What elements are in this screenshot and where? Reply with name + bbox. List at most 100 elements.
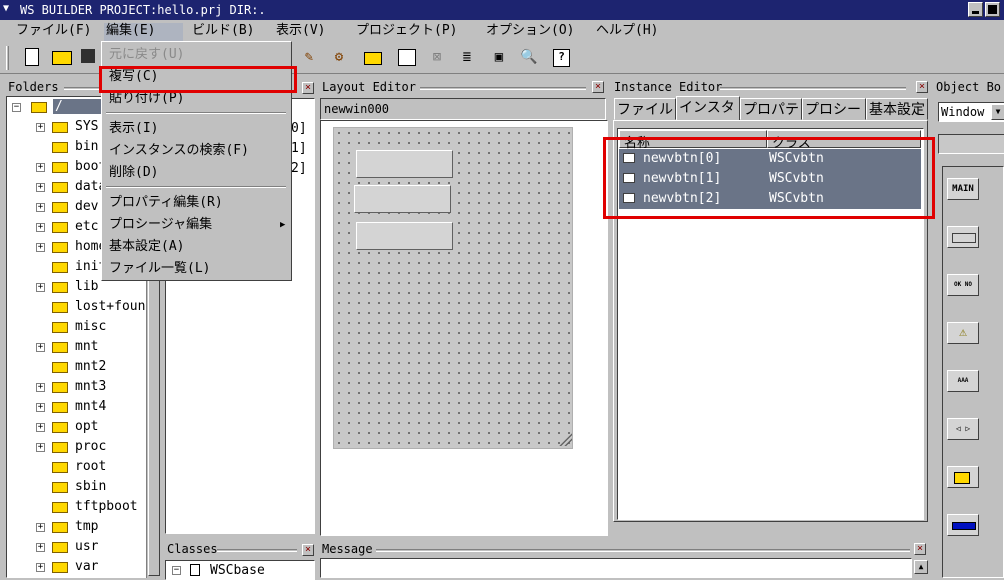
canvas-button-0[interactable] bbox=[356, 150, 453, 178]
new-file-icon[interactable] bbox=[20, 46, 42, 68]
palette-folder[interactable] bbox=[947, 466, 979, 488]
message-scroll-up[interactable]: ▲ bbox=[914, 560, 928, 574]
layout-close-icon[interactable]: × bbox=[592, 81, 604, 93]
classes-close-icon[interactable]: × bbox=[302, 544, 314, 556]
message-close-icon[interactable]: × bbox=[914, 543, 926, 555]
expand-icon[interactable]: + bbox=[36, 343, 45, 352]
menu-item-show[interactable]: 表示(I) bbox=[109, 119, 158, 139]
col-header-name[interactable]: 名称 bbox=[619, 130, 767, 151]
save-icon[interactable] bbox=[78, 46, 100, 68]
window-menu-icon[interactable]: ▼ bbox=[3, 4, 15, 14]
menu-item-edit-procedure[interactable]: プロシージャ編集 bbox=[109, 215, 212, 235]
menu-item-find-instance[interactable]: インスタンスの検索(F) bbox=[109, 141, 249, 161]
expand-icon[interactable]: + bbox=[36, 243, 45, 252]
menu-item-file-list[interactable]: ファイル一覧(L) bbox=[109, 259, 210, 279]
palette-button[interactable] bbox=[947, 226, 979, 248]
palette-text-field[interactable]: AAA bbox=[947, 370, 979, 392]
expand-icon[interactable]: + bbox=[36, 203, 45, 212]
chevron-down-icon[interactable]: ▼ bbox=[991, 104, 1004, 120]
canvas-button-1[interactable] bbox=[354, 185, 451, 213]
menu-options[interactable]: オプション(O) bbox=[484, 23, 576, 41]
folder-item[interactable]: + tmp bbox=[7, 518, 145, 538]
palette-ok-no[interactable]: OK NO bbox=[947, 274, 979, 296]
open-folder-icon[interactable] bbox=[50, 46, 72, 68]
instance-close-icon[interactable]: × bbox=[916, 81, 928, 93]
object-row[interactable]: 2] bbox=[291, 161, 307, 176]
menu-help[interactable]: ヘルプ(H) bbox=[594, 23, 660, 41]
expand-icon[interactable]: − bbox=[172, 566, 181, 575]
menu-item-paste[interactable]: 貼り付け(P) bbox=[109, 89, 184, 109]
table-row[interactable]: newvbtn[2] WSCvbtn bbox=[619, 189, 921, 209]
menu-view[interactable]: 表示(V) bbox=[274, 23, 327, 41]
table-row[interactable]: newvbtn[0] WSCvbtn bbox=[619, 149, 921, 169]
expand-icon[interactable]: + bbox=[36, 543, 45, 552]
menu-edit[interactable]: 編集(E) bbox=[104, 23, 183, 41]
collapse-icon[interactable]: − bbox=[12, 103, 21, 112]
expand-icon[interactable]: + bbox=[36, 223, 45, 232]
folder-item[interactable]: + proc bbox=[7, 438, 145, 458]
folder-item[interactable]: + mnt3 bbox=[7, 378, 145, 398]
col-header-class[interactable]: クラス bbox=[767, 130, 921, 151]
menu-project[interactable]: プロジェクト(P) bbox=[354, 23, 459, 41]
menu-item-delete[interactable]: 削除(D) bbox=[109, 163, 158, 183]
object-row[interactable]: 0] bbox=[291, 121, 307, 136]
build-icon[interactable]: ⚙ bbox=[328, 46, 350, 68]
object-type-combo[interactable]: Window ▼ bbox=[938, 102, 1004, 122]
magic-edit-icon[interactable]: ✎ bbox=[298, 46, 320, 68]
menu-file[interactable]: ファイル(F) bbox=[14, 23, 93, 41]
palette-progress[interactable] bbox=[947, 514, 979, 536]
palette-main-window[interactable]: MAIN bbox=[947, 178, 979, 200]
menu-item-edit-property[interactable]: プロパティ編集(R) bbox=[109, 193, 223, 213]
object-row[interactable]: 1] bbox=[291, 141, 307, 156]
list-icon[interactable]: ≣ bbox=[456, 46, 478, 68]
expand-icon[interactable]: + bbox=[36, 523, 45, 532]
canvas-button-2[interactable] bbox=[356, 222, 453, 250]
menu-item-undo[interactable]: 元に戻す(U) bbox=[109, 45, 184, 65]
palette-warning[interactable]: ⚠ bbox=[947, 322, 979, 344]
tab-file[interactable]: ファイル bbox=[614, 98, 676, 120]
resize-grip-icon[interactable] bbox=[558, 432, 572, 446]
folder-item[interactable]: tftpboot bbox=[7, 498, 145, 518]
tab-property[interactable]: プロパテ bbox=[740, 98, 802, 120]
minimize-button[interactable] bbox=[968, 2, 983, 17]
expand-icon[interactable]: + bbox=[36, 443, 45, 452]
delete-window-icon[interactable]: ⊠ bbox=[426, 46, 448, 68]
expand-icon[interactable]: + bbox=[36, 563, 45, 572]
expand-icon[interactable]: + bbox=[36, 183, 45, 192]
folder-item[interactable]: mnt2 bbox=[7, 358, 145, 378]
folder-item[interactable]: + usr bbox=[7, 538, 145, 558]
folder-item[interactable]: lost+found bbox=[7, 298, 145, 318]
menu-item-preferences[interactable]: 基本設定(A) bbox=[109, 237, 184, 257]
folder-item[interactable]: + mnt bbox=[7, 338, 145, 358]
folder-item[interactable]: misc bbox=[7, 318, 145, 338]
maximize-button[interactable] bbox=[985, 2, 1000, 17]
preview-icon[interactable]: ▣ bbox=[488, 46, 510, 68]
folder-item[interactable]: + lib bbox=[7, 278, 145, 298]
table-row[interactable]: newvbtn[1] WSCvbtn bbox=[619, 169, 921, 189]
menu-build[interactable]: ビルド(B) bbox=[190, 23, 256, 41]
palette-arrows[interactable]: ◁ ▷ bbox=[947, 418, 979, 440]
expand-icon[interactable]: + bbox=[36, 423, 45, 432]
object-filter-field[interactable] bbox=[938, 134, 1004, 154]
tab-instance[interactable]: インスタ bbox=[676, 96, 740, 121]
expand-icon[interactable]: + bbox=[36, 163, 45, 172]
folder-item[interactable]: + mnt4 bbox=[7, 398, 145, 418]
folder-item[interactable]: root bbox=[7, 458, 145, 478]
expand-icon[interactable]: + bbox=[36, 383, 45, 392]
objects-close-icon[interactable]: × bbox=[302, 82, 314, 94]
window-icon[interactable] bbox=[396, 46, 418, 68]
expand-icon[interactable]: + bbox=[36, 283, 45, 292]
menu-item-copy[interactable]: 複写(C) bbox=[109, 67, 158, 87]
expand-icon[interactable]: + bbox=[36, 403, 45, 412]
find-icon[interactable]: 🔍 bbox=[518, 46, 540, 68]
tab-procedure[interactable]: プロシー bbox=[802, 98, 866, 120]
design-window[interactable] bbox=[333, 127, 573, 449]
class-item[interactable]: WSCbase bbox=[210, 563, 265, 578]
folder-item[interactable]: sbin bbox=[7, 478, 145, 498]
tab-settings[interactable]: 基本設定 bbox=[866, 98, 928, 120]
folder-item[interactable]: + var bbox=[7, 558, 145, 577]
expand-icon[interactable]: + bbox=[36, 123, 45, 132]
help-icon[interactable]: ? bbox=[550, 46, 572, 68]
folder-arrow-icon[interactable] bbox=[362, 46, 384, 68]
folder-item[interactable]: + opt bbox=[7, 418, 145, 438]
